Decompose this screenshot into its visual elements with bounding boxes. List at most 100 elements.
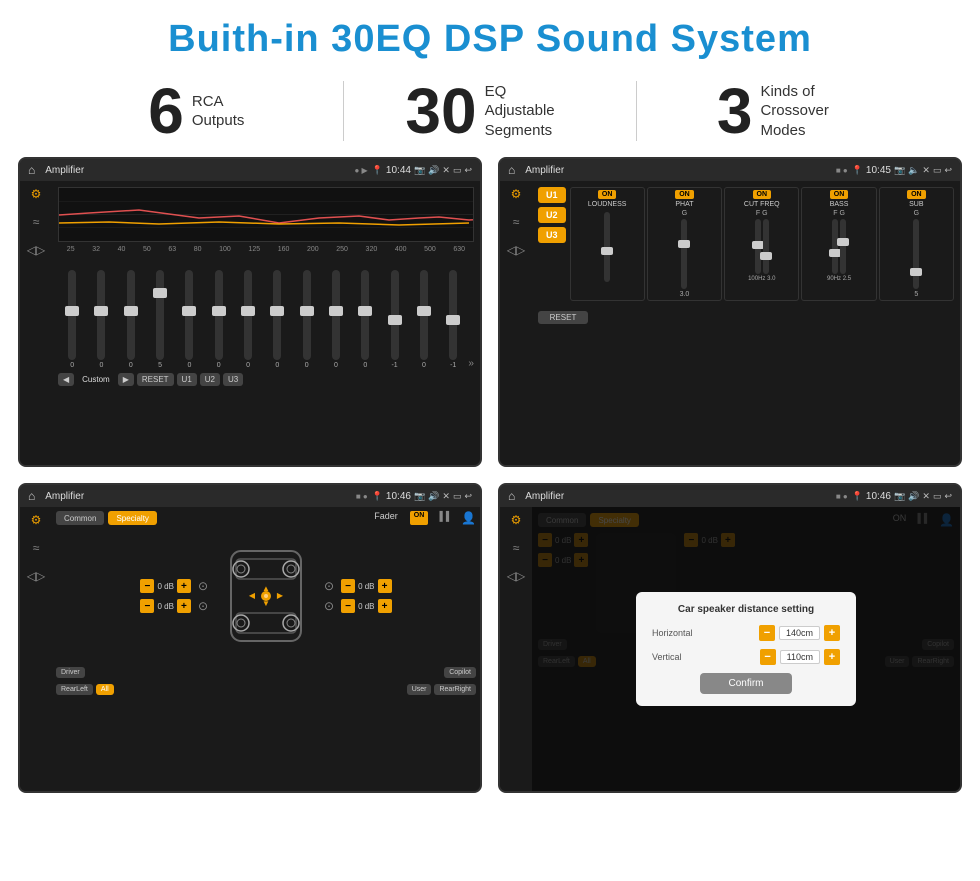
eq-slider-1[interactable]: 0 bbox=[58, 270, 86, 369]
dialog-screen: ⌂ Amplifier ■ ● 📍 10:46 📷 🔊 ✕ ▭ ↩ ⚙ ≈ ◁▷ bbox=[498, 483, 962, 793]
bass-slider-f[interactable] bbox=[832, 219, 838, 274]
wave-icon-4[interactable]: ≈ bbox=[513, 541, 520, 555]
loudness-slider[interactable] bbox=[604, 212, 610, 282]
back-icon[interactable]: ↩ bbox=[464, 165, 472, 176]
db-plus-rt[interactable]: + bbox=[378, 579, 392, 593]
vertical-minus-btn[interactable]: − bbox=[760, 649, 776, 665]
db-minus-rt[interactable]: − bbox=[341, 579, 355, 593]
specialty-tab[interactable]: Specialty bbox=[108, 511, 156, 525]
dialog-box: Car speaker distance setting Horizontal … bbox=[636, 592, 856, 706]
stat-number-crossover: 3 bbox=[717, 79, 753, 143]
eq-svg bbox=[59, 188, 473, 241]
u1-button[interactable]: U1 bbox=[538, 187, 566, 203]
common-tab[interactable]: Common bbox=[56, 511, 104, 525]
driver-btn[interactable]: Driver bbox=[56, 667, 85, 678]
confirm-button[interactable]: Confirm bbox=[700, 673, 791, 694]
home-icon-3[interactable]: ⌂ bbox=[28, 489, 35, 503]
u2-button[interactable]: U2 bbox=[538, 207, 566, 223]
channel-columns: ON LOUDNESS ON PHAT G bbox=[570, 187, 954, 301]
cutfreq-slider-g[interactable] bbox=[763, 219, 769, 274]
home-icon[interactable]: ⌂ bbox=[28, 163, 35, 177]
eq-u3-btn[interactable]: U3 bbox=[223, 373, 243, 386]
db-minus-lb[interactable]: − bbox=[140, 599, 154, 613]
eq-slider-12[interactable]: -1 bbox=[380, 270, 408, 369]
cutfreq-slider-f[interactable] bbox=[755, 219, 761, 274]
eq-more-icon[interactable]: » bbox=[468, 358, 474, 369]
location-icon: 📍 bbox=[372, 165, 383, 176]
horizontal-minus-btn[interactable]: − bbox=[759, 625, 775, 641]
rear-left-btn[interactable]: RearLeft bbox=[56, 684, 93, 695]
all-btn[interactable]: All bbox=[96, 684, 114, 695]
db-row-left-top: − 0 dB + ⊙ bbox=[140, 579, 208, 593]
home-icon-2[interactable]: ⌂ bbox=[508, 163, 515, 177]
copilot-btn[interactable]: Copilot bbox=[444, 667, 476, 678]
speaker-icon-2[interactable]: ◁▷ bbox=[507, 243, 525, 257]
stat-divider-2 bbox=[636, 81, 637, 141]
eq-slider-7[interactable]: 0 bbox=[234, 270, 262, 369]
db-plus-lb[interactable]: + bbox=[177, 599, 191, 613]
fader-time: 10:46 bbox=[386, 491, 411, 502]
phat-slider[interactable] bbox=[681, 219, 687, 289]
back-icon-3[interactable]: ↩ bbox=[464, 491, 472, 502]
vertical-plus-btn[interactable]: + bbox=[824, 649, 840, 665]
eq-prev-btn[interactable]: ◀ bbox=[58, 373, 74, 386]
eq-icon-3[interactable]: ⚙ bbox=[31, 513, 42, 527]
bass-slider-g[interactable] bbox=[840, 219, 846, 274]
eq-u1-btn[interactable]: U1 bbox=[177, 373, 197, 386]
rear-right-btn[interactable]: RearRight bbox=[434, 684, 476, 695]
bass-name: BASS bbox=[830, 201, 849, 208]
db-val-rt: 0 dB bbox=[358, 582, 374, 591]
eq-slider-2[interactable]: 0 bbox=[87, 270, 115, 369]
eq-slider-10[interactable]: 0 bbox=[322, 270, 350, 369]
eq-slider-6[interactable]: 0 bbox=[205, 270, 233, 369]
eq-slider-14[interactable]: -1 bbox=[439, 270, 467, 369]
cutfreq-on: ON bbox=[753, 190, 772, 199]
eq-icon[interactable]: ⚙ bbox=[31, 187, 42, 201]
eq-screen-content: ⚙ ≈ ◁▷ bbox=[20, 181, 480, 465]
close-icon-4[interactable]: ✕ bbox=[922, 491, 930, 502]
close-icon-2[interactable]: ✕ bbox=[922, 165, 930, 176]
eq-status-icons: 📍 10:44 📷 🔊 ✕ ▭ ↩ bbox=[372, 165, 472, 176]
eq-slider-3[interactable]: 0 bbox=[117, 270, 145, 369]
back-icon-4[interactable]: ↩ bbox=[944, 491, 952, 502]
location-icon-2: 📍 bbox=[852, 165, 863, 176]
close-icon-3[interactable]: ✕ bbox=[442, 491, 450, 502]
crossover-status-bar: ⌂ Amplifier ■ ● 📍 10:45 📷 🔈 ✕ ▭ ↩ bbox=[500, 159, 960, 181]
speaker-icon[interactable]: ◁▷ bbox=[27, 243, 45, 257]
eq-slider-8[interactable]: 0 bbox=[263, 270, 291, 369]
u3-button[interactable]: U3 bbox=[538, 227, 566, 243]
eq-slider-9[interactable]: 0 bbox=[293, 270, 321, 369]
wave-icon[interactable]: ≈ bbox=[33, 215, 40, 229]
eq-slider-11[interactable]: 0 bbox=[351, 270, 379, 369]
db-minus-lt[interactable]: − bbox=[140, 579, 154, 593]
eq-slider-5[interactable]: 0 bbox=[175, 270, 203, 369]
loudness-name: LOUDNESS bbox=[588, 201, 627, 208]
close-icon[interactable]: ✕ bbox=[442, 165, 450, 176]
crossover-status-icons: 📍 10:45 📷 🔈 ✕ ▭ ↩ bbox=[852, 165, 952, 176]
db-plus-rb[interactable]: + bbox=[378, 599, 392, 613]
eq-icon-2[interactable]: ⚙ bbox=[511, 187, 522, 201]
wave-icon-3[interactable]: ≈ bbox=[33, 541, 40, 555]
speaker-icon-3[interactable]: ◁▷ bbox=[27, 569, 45, 583]
speaker-icon-4[interactable]: ◁▷ bbox=[507, 569, 525, 583]
crossover-reset-btn[interactable]: RESET bbox=[538, 311, 588, 324]
speaker-icon-lb: ⊙ bbox=[198, 599, 208, 613]
eq-reset-btn[interactable]: RESET bbox=[137, 373, 174, 386]
eq-slider-13[interactable]: 0 bbox=[410, 270, 438, 369]
back-icon-2[interactable]: ↩ bbox=[944, 165, 952, 176]
eq-slider-4[interactable]: 5 bbox=[146, 270, 174, 369]
sub-slider[interactable] bbox=[913, 219, 919, 289]
eq-play-btn[interactable]: ▶ bbox=[118, 373, 134, 386]
db-minus-rb[interactable]: − bbox=[341, 599, 355, 613]
wave-icon-2[interactable]: ≈ bbox=[513, 215, 520, 229]
user-btn[interactable]: User bbox=[407, 684, 432, 695]
db-plus-lt[interactable]: + bbox=[177, 579, 191, 593]
eq-u2-btn[interactable]: U2 bbox=[200, 373, 220, 386]
eq-icon-4[interactable]: ⚙ bbox=[511, 513, 522, 527]
db-val-rb: 0 dB bbox=[358, 602, 374, 611]
fader-screen-title: Amplifier bbox=[45, 491, 352, 502]
home-icon-4[interactable]: ⌂ bbox=[508, 489, 515, 503]
person-icon[interactable]: 👤 bbox=[461, 511, 476, 525]
horizontal-plus-btn[interactable]: + bbox=[824, 625, 840, 641]
volume-icon-3: 🔊 bbox=[428, 491, 439, 502]
